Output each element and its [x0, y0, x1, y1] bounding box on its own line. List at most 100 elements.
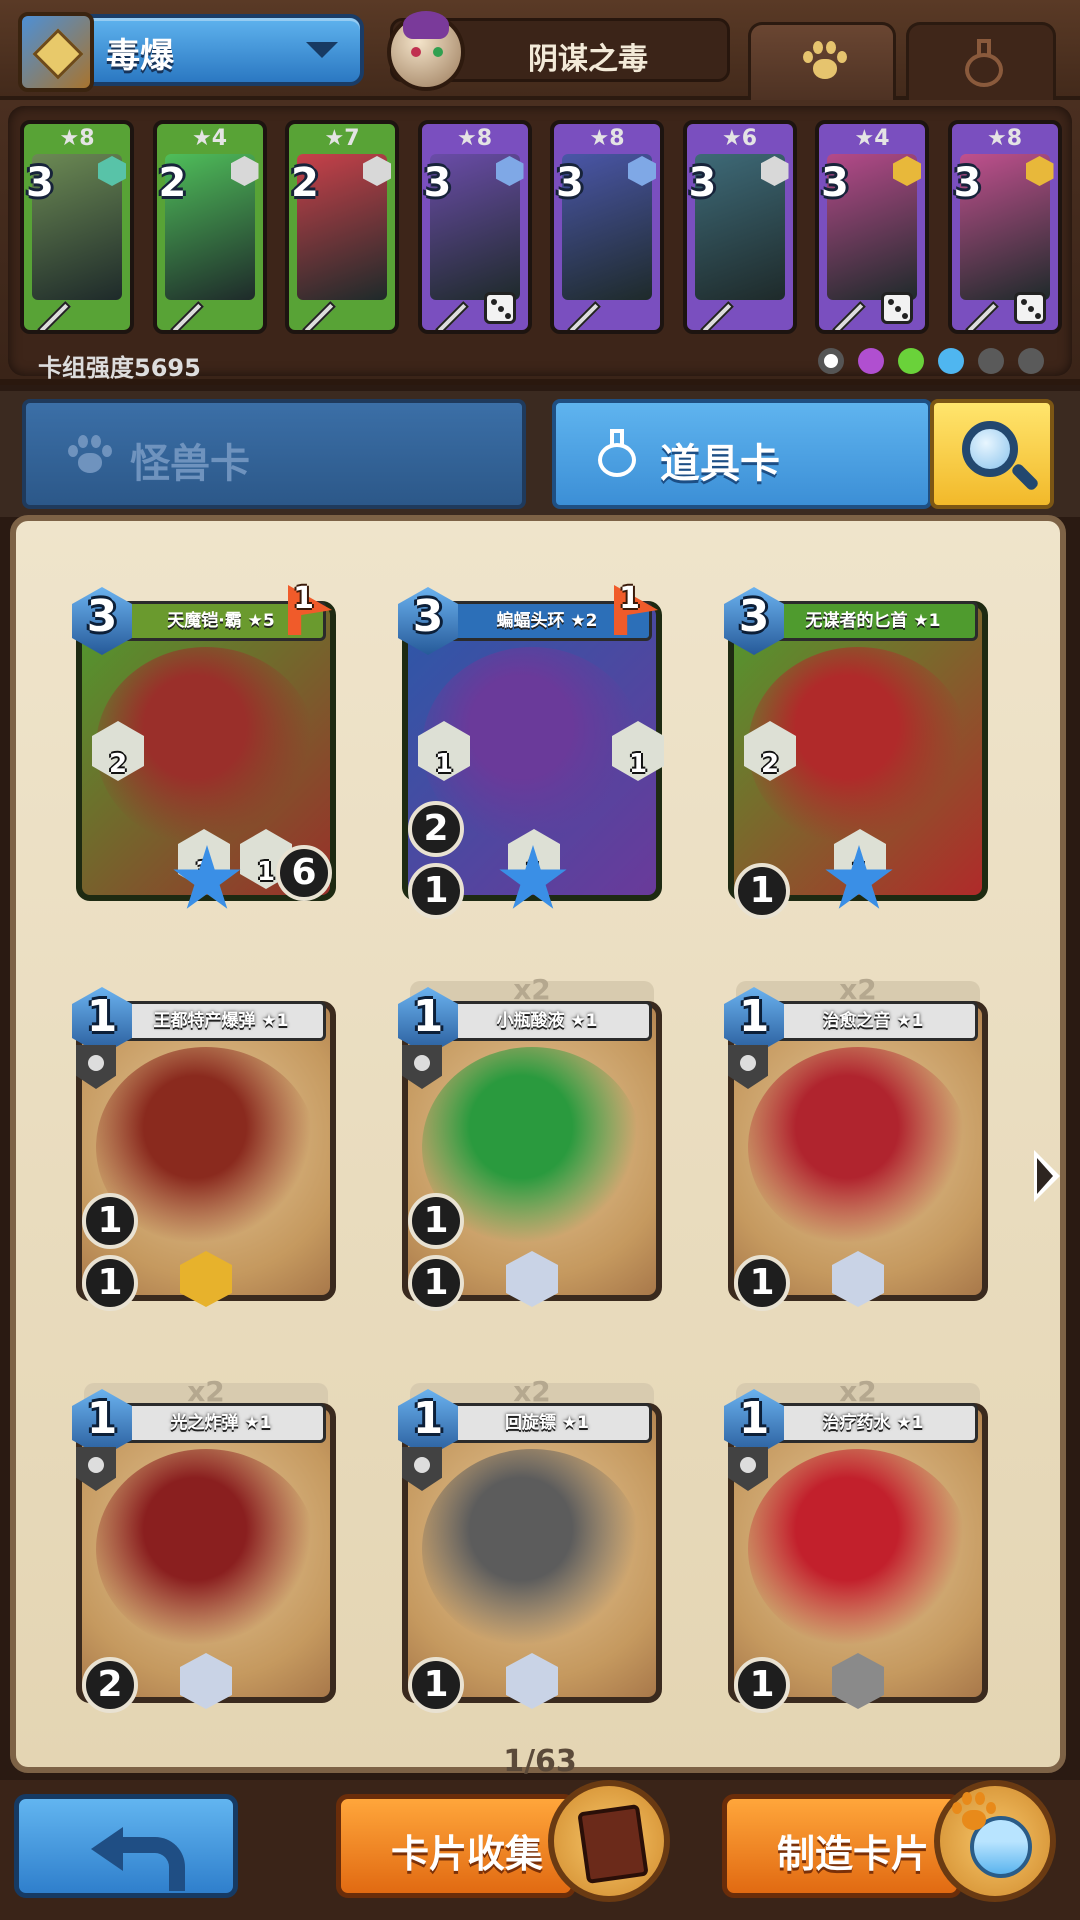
back-button[interactable] [14, 1794, 238, 1898]
flask-icon [596, 429, 636, 477]
effect-stat: 1 [734, 1657, 790, 1713]
card-name: 光之炸弹 ★1 [116, 1403, 326, 1443]
flask-icon [963, 39, 1003, 87]
deck-card[interactable]: ★6 3 [682, 120, 797, 334]
item-card[interactable]: 无谋者的匕首 ★13211 [724, 581, 988, 919]
tab-monster-label: 怪兽卡 [130, 441, 250, 487]
deck-card-cost: 2 [291, 160, 319, 206]
deck-strength: 卡组强度5695 [38, 354, 201, 382]
dice-icon [881, 292, 913, 324]
deck-card-cost: 3 [821, 160, 849, 206]
item-card[interactable]: 天魔铠·霸 ★5312316 [72, 581, 336, 911]
top-bar: 毒爆 阴谋之毒 [0, 0, 1080, 100]
search-icon [962, 421, 1018, 477]
card-name: 小瓶酸液 ★1 [442, 1001, 652, 1041]
effect-stat: 1 [82, 1193, 138, 1249]
next-page-arrow[interactable] [1034, 1150, 1060, 1202]
item-card[interactable]: x2 治愈之音 ★1 1 1 [724, 973, 988, 1311]
card-book-icon[interactable] [548, 1780, 670, 1902]
tab-item-cards[interactable]: 道具卡 [552, 399, 932, 509]
potion-bottle-icon[interactable] [934, 1780, 1056, 1902]
item-card[interactable]: 蝙蝠头环 ★23111211 [398, 581, 664, 919]
deck-card[interactable]: ★4 2 [152, 120, 267, 334]
flag-value: 1 [293, 581, 314, 616]
neutral-icon[interactable] [817, 348, 844, 374]
effect-stat: 1 [734, 863, 790, 919]
effect-stat: 1 [408, 1657, 464, 1713]
dice-icon [1013, 292, 1046, 324]
effect-stat: 2 [408, 801, 464, 857]
deck-card-stars: ★8 [456, 126, 493, 151]
bottom-bar: 卡片收集 制造卡片 [0, 1780, 1080, 1920]
deck-card-stars: ★8 [589, 126, 625, 151]
water-icon[interactable] [937, 348, 964, 374]
deck-name: 毒爆 [106, 36, 174, 76]
card-name: 王都特产爆弹 ★1 [116, 1001, 326, 1041]
item-card[interactable]: x2 光之炸弹 ★1 1 2 [72, 1375, 336, 1713]
deck-card-row: ★8 3 ★4 2 ★7 2 ★8 3 ★8 3 ★6 3 ★4 3 ★8 3 卡组强度5695 [8, 106, 1072, 382]
sword-icon [37, 301, 71, 330]
card-name: 无谋者的匕首 ★1 [768, 601, 978, 641]
deck-card-stars: ★7 [324, 126, 360, 151]
shadow-icon[interactable] [857, 348, 884, 374]
fire-icon[interactable] [1018, 348, 1044, 374]
item-card[interactable]: x2 回旋镖 ★1 1 1 [398, 1375, 662, 1713]
deck-card[interactable]: ★8 3 [417, 120, 532, 334]
effect-stat: 1 [734, 1255, 790, 1311]
sword-icon [699, 301, 734, 330]
deck-card-cost: 3 [688, 160, 717, 206]
card-name: 治疗药水 ★1 [768, 1403, 978, 1443]
deck-card[interactable]: ★7 2 [285, 120, 399, 334]
category-tabs: 怪兽卡 道具卡 [0, 391, 1080, 517]
tab-item-cards-top[interactable] [906, 22, 1056, 100]
sword-icon [434, 301, 469, 330]
search-button[interactable] [930, 399, 1054, 509]
tab-item-label: 道具卡 [660, 441, 780, 487]
deck-card-stars: ★8 [59, 126, 95, 151]
sword-icon [964, 301, 999, 330]
deck-card[interactable]: ★8 3 [550, 120, 664, 334]
craft-card-button[interactable]: 制造卡片 [722, 1794, 962, 1898]
deck-selector[interactable]: 毒爆 [18, 12, 364, 92]
card-cost: 1 [738, 991, 770, 1042]
paw-icon [801, 39, 847, 85]
card-art [748, 1449, 968, 1649]
deck-card[interactable]: ★8 3 [947, 120, 1062, 334]
card-collection-button[interactable]: 卡片收集 [336, 1794, 576, 1898]
nature-icon[interactable] [897, 348, 924, 374]
back-arrow-icon [91, 1821, 185, 1891]
card-cost: 1 [86, 1393, 118, 1444]
paw-icon [66, 433, 112, 479]
boss-panel[interactable]: 阴谋之毒 [387, 11, 730, 91]
card-collection-label: 卡片收集 [391, 1832, 544, 1876]
item-card[interactable]: 王都特产爆弹 ★1 1 1 1 [72, 981, 336, 1311]
sword-icon [302, 301, 336, 330]
chevron-down-icon [306, 42, 338, 58]
deck-card[interactable]: ★8 3 [20, 120, 134, 334]
deck-card-stars: ★6 [721, 126, 758, 151]
card-cost: 1 [86, 991, 118, 1042]
deck-card-stars: ★4 [191, 126, 228, 151]
deck-card-cost: 3 [423, 160, 452, 206]
boss-name: 阴谋之毒 [528, 42, 648, 77]
dice-icon [483, 292, 516, 324]
deck-book-icon [18, 12, 94, 92]
deck-card[interactable]: ★4 3 [815, 120, 929, 334]
sword-icon [567, 301, 601, 330]
sword-icon [832, 301, 866, 330]
card-collection-panel: 天魔铠·霸 ★5312316蝙蝠头环 ★23111211无谋者的匕首 ★1321… [10, 515, 1066, 1773]
item-card[interactable]: x2 小瓶酸液 ★1 1 1 1 [398, 973, 662, 1311]
deck-card-stars: ★8 [986, 126, 1023, 151]
tab-monster-cards[interactable]: 怪兽卡 [22, 399, 526, 509]
effect-stat: 1 [408, 863, 464, 919]
card-art [96, 1449, 316, 1649]
machine-icon[interactable] [977, 348, 1004, 374]
item-card[interactable]: x2 治疗药水 ★1 1 1 [724, 1375, 988, 1713]
card-art [748, 1047, 968, 1247]
paw-icon [950, 1790, 996, 1836]
craft-card-label: 制造卡片 [777, 1832, 930, 1876]
element-filter-icons [809, 348, 1044, 378]
effect-stat: 2 [82, 1657, 138, 1713]
card-cost: 1 [412, 1393, 444, 1444]
tab-monster-cards-top[interactable] [748, 22, 896, 100]
